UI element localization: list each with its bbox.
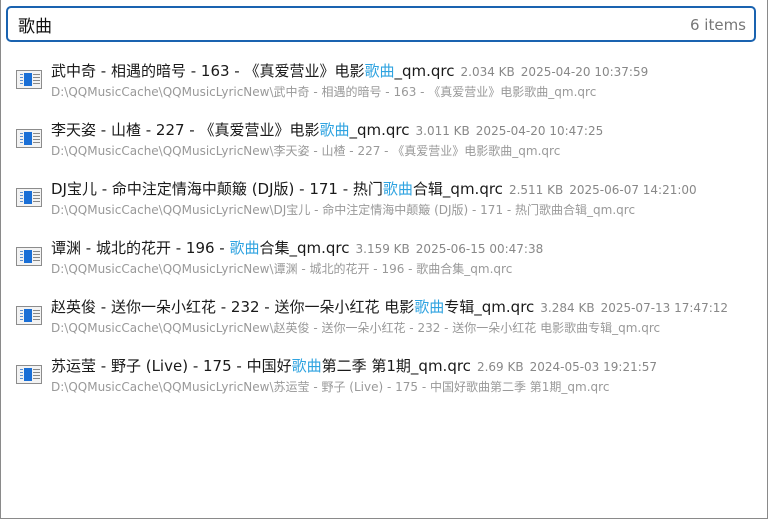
result-item[interactable]: DJ宝儿 - 命中注定情海中颠簸 (DJ版) - 171 - 热门歌曲合辑_qm… — [0, 178, 766, 234]
title-text-rest: _qm.qrc — [349, 121, 410, 139]
lyric-file-icon — [16, 247, 42, 266]
file-size: 3.159 KB — [355, 242, 410, 256]
lyric-file-icon — [16, 70, 42, 89]
result-title: 谭渊 - 城北的花开 - 196 - 歌曲合集_qm.qrc 3.159 KB 20… — [51, 237, 543, 258]
title-text: 苏运莹 - 野子 (Live) - 175 - 中国好 — [51, 357, 292, 375]
title-text: 谭渊 - 城北的花开 - 196 - — [51, 239, 230, 257]
file-size: 3.011 KB — [415, 124, 470, 138]
match-highlight: 歌曲 — [414, 298, 445, 316]
title-text: 李天姿 - 山楂 - 227 - 《真爱营业》电影 — [51, 121, 320, 139]
search-box[interactable]: 6 items — [6, 6, 756, 42]
lyric-file-icon — [16, 188, 42, 207]
result-item[interactable]: 武中奇 - 相遇的暗号 - 163 - 《真爱营业》电影歌曲_qm.qrc 2.0… — [0, 60, 766, 116]
modified-date: 2025-06-15 00:47:38 — [415, 242, 544, 256]
title-text-rest: 合集_qm.qrc — [259, 239, 350, 257]
match-highlight: 歌曲 — [319, 121, 350, 139]
match-highlight: 歌曲 — [364, 62, 395, 80]
lyric-file-icon — [16, 365, 42, 384]
file-path: D:\QQMusicCache\QQMusicLyricNew\李天姿 - 山楂… — [51, 144, 561, 158]
title-text-rest: _qm.qrc — [394, 62, 455, 80]
file-path: D:\QQMusicCache\QQMusicLyricNew\苏运莹 - 野子… — [51, 380, 610, 394]
result-title: 苏运莹 - 野子 (Live) - 175 - 中国好歌曲第二季 第1期_qm.… — [51, 355, 657, 376]
result-item[interactable]: 苏运莹 - 野子 (Live) - 175 - 中国好歌曲第二季 第1期_qm.… — [0, 355, 766, 411]
result-title: 武中奇 - 相遇的暗号 - 163 - 《真爱营业》电影歌曲_qm.qrc 2.0… — [51, 60, 648, 81]
title-text: DJ宝儿 - 命中注定情海中颠簸 (DJ版) - 171 - 热门 — [51, 180, 383, 198]
file-size: 2.69 KB — [476, 360, 524, 374]
match-highlight: 歌曲 — [229, 239, 260, 257]
file-path: D:\QQMusicCache\QQMusicLyricNew\赵英俊 - 送你… — [51, 321, 661, 335]
title-text-rest: 专辑_qm.qrc — [444, 298, 535, 316]
modified-date: 2025-04-20 10:37:59 — [520, 65, 649, 79]
lyric-file-icon — [16, 129, 42, 148]
lyric-file-icon — [16, 306, 42, 325]
result-item[interactable]: 谭渊 - 城北的花开 - 196 - 歌曲合集_qm.qrc 3.159 KB 20… — [0, 237, 766, 293]
result-title: DJ宝儿 - 命中注定情海中颠簸 (DJ版) - 171 - 热门歌曲合辑_qm… — [51, 178, 697, 199]
file-path: D:\QQMusicCache\QQMusicLyricNew\DJ宝儿 - 命… — [51, 203, 636, 217]
file-size: 2.034 KB — [460, 65, 515, 79]
file-path: D:\QQMusicCache\QQMusicLyricNew\武中奇 - 相遇… — [51, 85, 597, 99]
file-size: 2.511 KB — [508, 183, 564, 197]
match-highlight: 歌曲 — [291, 357, 322, 375]
result-title: 李天姿 - 山楂 - 227 - 《真爱营业》电影歌曲_qm.qrc 3.011 … — [51, 119, 603, 140]
match-highlight: 歌曲 — [382, 180, 413, 198]
title-text-rest: 合辑_qm.qrc — [412, 180, 503, 198]
modified-date: 2025-07-13 17:47:12 — [600, 301, 729, 315]
modified-date: 2024-05-03 19:21:57 — [529, 360, 658, 374]
result-title: 赵英俊 - 送你一朵小红花 - 232 - 送你一朵小红花 电影歌曲专辑_qm.… — [51, 296, 728, 317]
result-item[interactable]: 赵英俊 - 送你一朵小红花 - 232 - 送你一朵小红花 电影歌曲专辑_qm.… — [0, 296, 766, 352]
title-text: 赵英俊 - 送你一朵小红花 - 232 - 送你一朵小红花 电影 — [51, 298, 415, 316]
title-text-rest: 第二季 第1期_qm.qrc — [321, 357, 471, 375]
file-path: D:\QQMusicCache\QQMusicLyricNew\谭渊 - 城北的… — [51, 262, 513, 276]
modified-date: 2025-06-07 14:21:00 — [569, 183, 697, 197]
result-item[interactable]: 李天姿 - 山楂 - 227 - 《真爱营业》电影歌曲_qm.qrc 3.011 … — [0, 119, 766, 175]
search-input[interactable] — [18, 13, 618, 35]
result-count: 6 items — [689, 16, 746, 34]
title-text: 武中奇 - 相遇的暗号 - 163 - 《真爱营业》电影 — [51, 62, 365, 80]
file-size: 3.284 KB — [540, 301, 595, 315]
modified-date: 2025-04-20 10:47:25 — [475, 124, 604, 138]
